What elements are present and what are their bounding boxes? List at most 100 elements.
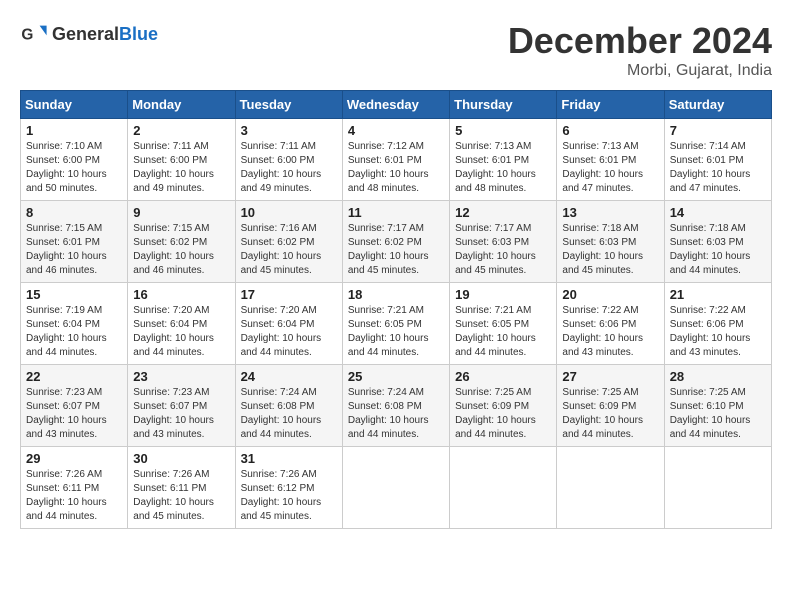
calendar-cell: 4 Sunrise: 7:12 AM Sunset: 6:01 PM Daylig…: [342, 119, 449, 201]
day-number: 29: [26, 451, 122, 466]
day-info: Sunrise: 7:17 AM Sunset: 6:03 PM Dayligh…: [455, 222, 551, 278]
day-number: 9: [133, 205, 229, 220]
calendar-cell: 28 Sunrise: 7:25 AM Sunset: 6:10 PM Dayli…: [664, 365, 771, 447]
day-info: Sunrise: 7:22 AM Sunset: 6:06 PM Dayligh…: [562, 304, 658, 360]
day-number: 22: [26, 369, 122, 384]
day-number: 13: [562, 205, 658, 220]
calendar-cell: 29 Sunrise: 7:26 AM Sunset: 6:11 PM Dayli…: [21, 447, 128, 529]
calendar-table: SundayMondayTuesdayWednesdayThursdayFrid…: [20, 90, 772, 529]
day-number: 24: [241, 369, 337, 384]
day-info: Sunrise: 7:25 AM Sunset: 6:10 PM Dayligh…: [670, 386, 766, 442]
day-info: Sunrise: 7:20 AM Sunset: 6:04 PM Dayligh…: [133, 304, 229, 360]
calendar-cell: [664, 447, 771, 529]
calendar-cell: 8 Sunrise: 7:15 AM Sunset: 6:01 PM Daylig…: [21, 201, 128, 283]
calendar-cell: 19Sunrise: 7:21 AM Sunset: 6:05 PM Dayli…: [450, 283, 557, 365]
calendar-cell: 10Sunrise: 7:16 AM Sunset: 6:02 PM Dayli…: [235, 201, 342, 283]
day-info: Sunrise: 7:15 AM Sunset: 6:02 PM Dayligh…: [133, 222, 229, 278]
calendar-cell: 25 Sunrise: 7:24 AM Sunset: 6:08 PM Dayli…: [342, 365, 449, 447]
day-header-saturday: Saturday: [664, 91, 771, 119]
day-number: 8: [26, 205, 122, 220]
day-info: Sunrise: 7:16 AM Sunset: 6:02 PM Dayligh…: [241, 222, 337, 278]
day-info: Sunrise: 7:26 AM Sunset: 6:12 PM Dayligh…: [241, 468, 337, 524]
calendar-week-row: 1 Sunrise: 7:10 AM Sunset: 6:00 PM Daylig…: [21, 119, 772, 201]
calendar-cell: 24 Sunrise: 7:24 AM Sunset: 6:08 PM Dayli…: [235, 365, 342, 447]
calendar-cell: [450, 447, 557, 529]
calendar-cell: 5Sunrise: 7:13 AM Sunset: 6:01 PM Daylig…: [450, 119, 557, 201]
calendar-cell: 23Sunrise: 7:23 AM Sunset: 6:07 PM Dayli…: [128, 365, 235, 447]
day-number: 1: [26, 123, 122, 138]
day-info: Sunrise: 7:13 AM Sunset: 6:01 PM Dayligh…: [455, 140, 551, 196]
calendar-cell: [342, 447, 449, 529]
svg-text:G: G: [21, 27, 33, 44]
calendar-cell: 31Sunrise: 7:26 AM Sunset: 6:12 PM Dayli…: [235, 447, 342, 529]
day-number: 4: [348, 123, 444, 138]
day-info: Sunrise: 7:11 AM Sunset: 6:00 PM Dayligh…: [241, 140, 337, 196]
day-number: 30: [133, 451, 229, 466]
day-number: 27: [562, 369, 658, 384]
day-info: Sunrise: 7:10 AM Sunset: 6:00 PM Dayligh…: [26, 140, 122, 196]
day-header-friday: Friday: [557, 91, 664, 119]
calendar-cell: 21 Sunrise: 7:22 AM Sunset: 6:06 PM Dayli…: [664, 283, 771, 365]
day-info: Sunrise: 7:14 AM Sunset: 6:01 PM Dayligh…: [670, 140, 766, 196]
day-info: Sunrise: 7:23 AM Sunset: 6:07 PM Dayligh…: [26, 386, 122, 442]
day-number: 26: [455, 369, 551, 384]
location-title: Morbi, Gujarat, India: [508, 62, 772, 80]
calendar-cell: 22 Sunrise: 7:23 AM Sunset: 6:07 PM Dayli…: [21, 365, 128, 447]
calendar-cell: 27 Sunrise: 7:25 AM Sunset: 6:09 PM Dayli…: [557, 365, 664, 447]
day-header-tuesday: Tuesday: [235, 91, 342, 119]
day-number: 17: [241, 287, 337, 302]
day-info: Sunrise: 7:19 AM Sunset: 6:04 PM Dayligh…: [26, 304, 122, 360]
day-info: Sunrise: 7:12 AM Sunset: 6:01 PM Dayligh…: [348, 140, 444, 196]
calendar-cell: 14 Sunrise: 7:18 AM Sunset: 6:03 PM Dayli…: [664, 201, 771, 283]
day-info: Sunrise: 7:24 AM Sunset: 6:08 PM Dayligh…: [348, 386, 444, 442]
day-number: 25: [348, 369, 444, 384]
day-info: Sunrise: 7:25 AM Sunset: 6:09 PM Dayligh…: [562, 386, 658, 442]
calendar-cell: 30 Sunrise: 7:26 AM Sunset: 6:11 PM Dayli…: [128, 447, 235, 529]
calendar-week-row: 15Sunrise: 7:19 AM Sunset: 6:04 PM Dayli…: [21, 283, 772, 365]
day-number: 12: [455, 205, 551, 220]
day-number: 16: [133, 287, 229, 302]
calendar-cell: 1 Sunrise: 7:10 AM Sunset: 6:00 PM Daylig…: [21, 119, 128, 201]
day-info: Sunrise: 7:26 AM Sunset: 6:11 PM Dayligh…: [26, 468, 122, 524]
day-info: Sunrise: 7:26 AM Sunset: 6:11 PM Dayligh…: [133, 468, 229, 524]
calendar-cell: 15Sunrise: 7:19 AM Sunset: 6:04 PM Dayli…: [21, 283, 128, 365]
day-info: Sunrise: 7:25 AM Sunset: 6:09 PM Dayligh…: [455, 386, 551, 442]
day-number: 28: [670, 369, 766, 384]
logo-icon: G: [20, 20, 48, 48]
day-info: Sunrise: 7:18 AM Sunset: 6:03 PM Dayligh…: [562, 222, 658, 278]
calendar-cell: 2Sunrise: 7:11 AM Sunset: 6:00 PM Daylig…: [128, 119, 235, 201]
calendar-week-row: 8 Sunrise: 7:15 AM Sunset: 6:01 PM Daylig…: [21, 201, 772, 283]
day-info: Sunrise: 7:17 AM Sunset: 6:02 PM Dayligh…: [348, 222, 444, 278]
day-number: 19: [455, 287, 551, 302]
calendar-cell: 20 Sunrise: 7:22 AM Sunset: 6:06 PM Dayli…: [557, 283, 664, 365]
calendar-cell: 7 Sunrise: 7:14 AM Sunset: 6:01 PM Daylig…: [664, 119, 771, 201]
day-number: 7: [670, 123, 766, 138]
day-number: 14: [670, 205, 766, 220]
day-info: Sunrise: 7:18 AM Sunset: 6:03 PM Dayligh…: [670, 222, 766, 278]
calendar-cell: 26 Sunrise: 7:25 AM Sunset: 6:09 PM Dayli…: [450, 365, 557, 447]
calendar-cell: 12 Sunrise: 7:17 AM Sunset: 6:03 PM Dayli…: [450, 201, 557, 283]
day-info: Sunrise: 7:22 AM Sunset: 6:06 PM Dayligh…: [670, 304, 766, 360]
calendar-cell: 17Sunrise: 7:20 AM Sunset: 6:04 PM Dayli…: [235, 283, 342, 365]
day-number: 6: [562, 123, 658, 138]
day-number: 2: [133, 123, 229, 138]
day-info: Sunrise: 7:23 AM Sunset: 6:07 PM Dayligh…: [133, 386, 229, 442]
calendar-cell: 6 Sunrise: 7:13 AM Sunset: 6:01 PM Daylig…: [557, 119, 664, 201]
calendar-cell: 9 Sunrise: 7:15 AM Sunset: 6:02 PM Daylig…: [128, 201, 235, 283]
day-number: 20: [562, 287, 658, 302]
calendar-week-row: 22 Sunrise: 7:23 AM Sunset: 6:07 PM Dayli…: [21, 365, 772, 447]
calendar-header-row: SundayMondayTuesdayWednesdayThursdayFrid…: [21, 91, 772, 119]
calendar-cell: 3Sunrise: 7:11 AM Sunset: 6:00 PM Daylig…: [235, 119, 342, 201]
day-header-thursday: Thursday: [450, 91, 557, 119]
day-number: 18: [348, 287, 444, 302]
calendar-cell: [557, 447, 664, 529]
day-info: Sunrise: 7:24 AM Sunset: 6:08 PM Dayligh…: [241, 386, 337, 442]
day-info: Sunrise: 7:15 AM Sunset: 6:01 PM Dayligh…: [26, 222, 122, 278]
calendar-cell: 13 Sunrise: 7:18 AM Sunset: 6:03 PM Dayli…: [557, 201, 664, 283]
calendar-cell: 11Sunrise: 7:17 AM Sunset: 6:02 PM Dayli…: [342, 201, 449, 283]
calendar-cell: 16 Sunrise: 7:20 AM Sunset: 6:04 PM Dayli…: [128, 283, 235, 365]
day-number: 21: [670, 287, 766, 302]
page-header: G GeneralBlue December 2024 Morbi, Gujar…: [20, 20, 772, 80]
day-header-wednesday: Wednesday: [342, 91, 449, 119]
day-info: Sunrise: 7:13 AM Sunset: 6:01 PM Dayligh…: [562, 140, 658, 196]
